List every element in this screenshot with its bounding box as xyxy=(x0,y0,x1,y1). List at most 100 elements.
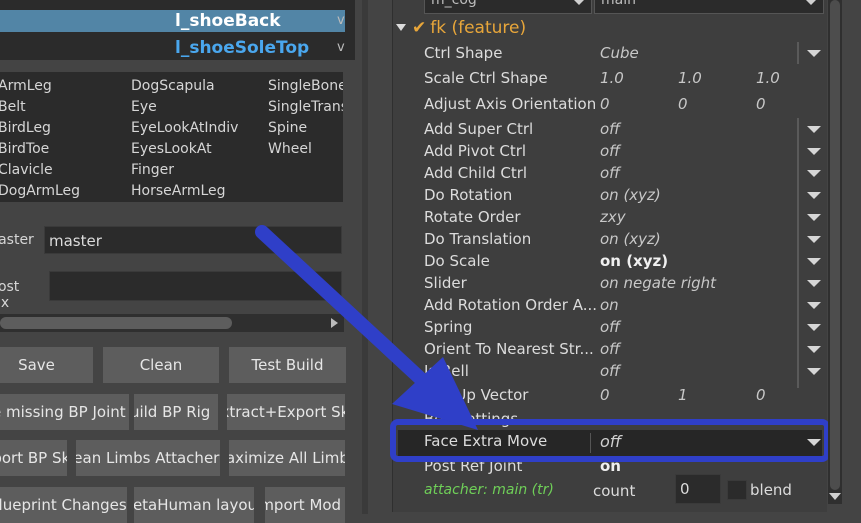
import-mod-button[interactable]: Import Mod xyxy=(265,487,345,523)
chevron-down-icon[interactable] xyxy=(807,346,821,353)
add-super-ctrl-value[interactable]: off xyxy=(600,118,620,140)
master-field[interactable]: master xyxy=(44,226,342,254)
horizontal-scrollbar[interactable] xyxy=(0,314,344,332)
add-rotation-order-value[interactable]: on xyxy=(600,294,619,316)
spring-value[interactable]: off xyxy=(600,316,620,338)
checkmark-icon[interactable]: ✔ xyxy=(412,18,426,38)
scale-x-value[interactable]: 1.0 xyxy=(600,67,624,89)
test-build-button[interactable]: Test Build xyxy=(229,347,346,383)
build-bp-rig-button[interactable]: Build BP Rig xyxy=(134,394,218,430)
count-field[interactable]: 0 xyxy=(675,474,721,504)
add-pivot-ctrl-row: Add Pivot Ctrl off xyxy=(424,140,824,162)
vertical-scrollbar[interactable] xyxy=(828,0,842,504)
left-panel: l_shoeBack v l_shoeSoleTop v ArmLeg Belt… xyxy=(0,0,362,523)
ctrl-shape-value[interactable]: Cube xyxy=(600,42,639,64)
chevron-down-icon[interactable] xyxy=(807,280,821,287)
extract-export-sk-button[interactable]: Extract+Export Sk xyxy=(227,394,345,430)
adjust-x-value[interactable]: 0 xyxy=(600,93,610,115)
chevron-down-icon[interactable] xyxy=(807,50,821,57)
bp-type-item[interactable]: DogArmLeg xyxy=(0,183,80,199)
bp-type-item[interactable]: BirdToe xyxy=(0,141,49,157)
chevron-down-icon[interactable] xyxy=(807,236,821,243)
rotate-order-value[interactable]: zxy xyxy=(600,206,626,228)
limb-combo[interactable]: m_cog xyxy=(424,0,592,14)
chevron-down-icon[interactable] xyxy=(807,126,821,133)
add-pivot-ctrl-value[interactable]: off xyxy=(600,140,620,162)
clean-limbs-attacher-button[interactable]: Clean Limbs Attacher xyxy=(76,440,220,476)
chevron-down-icon[interactable] xyxy=(807,324,821,331)
chevron-down-icon[interactable] xyxy=(807,214,821,221)
rotate-order-row: Rotate Order zxy xyxy=(424,206,824,228)
do-translation-label: Do Translation xyxy=(424,230,532,248)
scrollbar-thumb[interactable] xyxy=(830,0,840,490)
bp-type-item[interactable]: HorseArmLeg xyxy=(131,183,226,199)
bp-type-item[interactable]: EyesLookAt xyxy=(131,141,212,157)
blueprint-changes-button[interactable]: Blueprint Changes xyxy=(0,487,127,523)
chevron-down-icon[interactable] xyxy=(807,302,821,309)
scroll-down-arrow-icon[interactable] xyxy=(829,493,841,500)
orient-nearest-label: Orient To Nearest Str... xyxy=(424,340,594,358)
clean-button[interactable]: Clean xyxy=(103,347,219,383)
count-label: count xyxy=(593,482,636,500)
chevron-down-icon[interactable] xyxy=(807,258,821,265)
chevron-down-icon[interactable] xyxy=(807,192,821,199)
bp-type-item[interactable]: DogScapula xyxy=(131,78,215,94)
bp-type-item[interactable]: ArmLeg xyxy=(0,78,52,94)
side-combo[interactable]: main xyxy=(594,0,824,14)
limb-combo-value: m_cog xyxy=(431,0,477,8)
add-super-ctrl-row: Add Super Ctrl off xyxy=(424,118,824,140)
feature-section-header[interactable]: ✔ fk (feature) xyxy=(396,18,526,38)
is-bell-label: Is Bell xyxy=(424,362,469,380)
slider-label: Slider xyxy=(424,274,467,292)
create-missing-bp-joint-button[interactable]: Create missing BP Joint xyxy=(0,394,129,430)
scale-ctrl-shape-label: Scale Ctrl Shape xyxy=(424,69,548,87)
orient-nearest-value[interactable]: off xyxy=(600,338,620,360)
bp-type-item[interactable]: Clavicle xyxy=(0,162,53,178)
pull-up-y-value[interactable]: 1 xyxy=(678,384,688,406)
outliner-row-selected[interactable]: l_shoeBack v xyxy=(0,10,345,32)
chevron-down-icon[interactable] xyxy=(807,368,821,375)
adjust-z-value[interactable]: 0 xyxy=(756,93,766,115)
scale-z-value[interactable]: 1.0 xyxy=(756,67,780,89)
chevron-down-icon[interactable] xyxy=(807,148,821,155)
scrollbar-thumb[interactable] xyxy=(0,317,232,329)
maximize-all-limbs-button[interactable]: Maximize All Limbs xyxy=(229,440,345,476)
postfix-field[interactable] xyxy=(49,271,342,301)
add-super-ctrl-label: Add Super Ctrl xyxy=(424,120,534,138)
chevron-down-icon[interactable] xyxy=(807,170,821,177)
bp-type-item[interactable]: EyeLookAtIndiv xyxy=(131,120,238,136)
scroll-right-arrow-icon[interactable] xyxy=(331,318,338,328)
do-translation-value[interactable]: on (xyz) xyxy=(600,228,661,250)
do-rotation-value[interactable]: on (xyz) xyxy=(600,184,661,206)
blend-checkbox[interactable] xyxy=(727,480,747,500)
save-button[interactable]: Save xyxy=(0,347,93,383)
bp-type-item[interactable]: Finger xyxy=(131,162,174,178)
add-child-ctrl-label: Add Child Ctrl xyxy=(424,164,528,182)
collapse-triangle-icon[interactable] xyxy=(396,24,406,31)
do-rotation-row: Do Rotation on (xyz) xyxy=(424,184,824,206)
pull-up-vector-label: Pull Up Vector xyxy=(424,386,529,404)
bp-type-item[interactable]: Spine xyxy=(268,120,307,136)
bp-type-item[interactable]: Eye xyxy=(131,99,157,115)
chevron-down-icon xyxy=(573,0,585,5)
outliner-row-label: l_shoeSoleTop xyxy=(175,38,310,58)
pull-up-z-value[interactable]: 0 xyxy=(756,384,766,406)
bp-type-item[interactable]: SingleBone xyxy=(268,78,343,94)
scale-y-value[interactable]: 1.0 xyxy=(678,67,702,89)
slider-value[interactable]: on negate right xyxy=(600,272,716,294)
bp-type-item[interactable]: BirdLeg xyxy=(0,120,51,136)
do-scale-value[interactable]: on (xyz) xyxy=(600,250,668,272)
add-child-ctrl-value[interactable]: off xyxy=(600,162,620,184)
master-label: Master xyxy=(0,232,34,248)
slider-row: Slider on negate right xyxy=(424,272,824,294)
bp-type-item[interactable]: SingleTrans xyxy=(268,99,343,115)
outliner-list[interactable]: l_shoeBack v l_shoeSoleTop v xyxy=(0,0,355,60)
adjust-y-value[interactable]: 0 xyxy=(678,93,688,115)
export-bp-sk-button[interactable]: Export BP Sk xyxy=(0,440,67,476)
bp-type-item[interactable]: Wheel xyxy=(268,141,312,157)
bp-type-item[interactable]: Belt xyxy=(0,99,26,115)
adjust-axis-row: Adjust Axis Orientation 0 0 0 xyxy=(424,93,824,115)
is-bell-value[interactable]: off xyxy=(600,360,620,382)
pull-up-x-value[interactable]: 0 xyxy=(600,384,610,406)
metahuman-layout-button[interactable]: MetaHuman layout xyxy=(134,487,254,523)
